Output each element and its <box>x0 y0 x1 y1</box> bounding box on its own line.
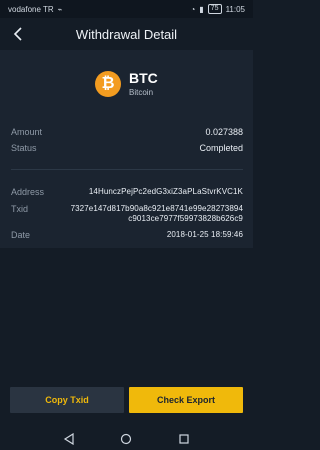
nav-home-icon[interactable] <box>120 433 132 445</box>
status-value: Completed <box>199 143 243 153</box>
txid-label: Txid <box>11 204 29 214</box>
withdrawal-detail-card: ₿ BTC Bitcoin Amount 0.027388 Status Com… <box>0 50 253 248</box>
txid-value: 7327e147d817b90a8c921e8741e99e28273894 c… <box>71 204 243 224</box>
carrier-label: vodafone TR <box>8 4 54 14</box>
date-label: Date <box>11 230 31 240</box>
page-title: Withdrawal Detail <box>75 26 178 42</box>
amount-row: Amount 0.027388 <box>11 127 243 137</box>
clock-time: 11:05 <box>225 4 245 14</box>
status-row: Status Completed <box>11 143 243 153</box>
txid-line-2: c9013ce7977f59973828b626c9 <box>128 214 243 223</box>
amount-label: Amount <box>11 127 43 137</box>
address-value: 14HunczPejPc2edG3xiZ3aPLaStvrKVC1K <box>88 187 243 196</box>
date-value: 2018-01-25 18:59:46 <box>166 230 243 239</box>
system-nav-bar <box>0 427 253 450</box>
nav-recents-icon[interactable] <box>178 433 190 445</box>
battery-icon: 75 <box>207 4 222 14</box>
wifi-icon: ◔ <box>190 4 196 14</box>
nav-back-icon[interactable] <box>63 432 75 445</box>
address-label: Address <box>11 187 45 197</box>
coin-header: ₿ BTC Bitcoin <box>95 70 158 98</box>
usb-icon: ⌁ <box>57 4 63 14</box>
coin-symbol: BTC <box>129 70 158 86</box>
bitcoin-logo-icon: ₿ <box>95 71 121 97</box>
amount-value: 0.027388 <box>205 127 243 137</box>
status-label: Status <box>11 143 37 153</box>
coin-name: Bitcoin <box>129 88 154 97</box>
check-export-button[interactable]: Check Export <box>129 387 243 413</box>
copy-txid-button[interactable]: Copy Txid <box>10 387 124 413</box>
signal-icon: ▮ <box>199 4 204 14</box>
app-header: Withdrawal Detail <box>0 18 253 50</box>
back-button[interactable] <box>8 24 28 44</box>
date-row: Date 2018-01-25 18:59:46 <box>11 230 243 240</box>
address-row: Address 14HunczPejPc2edG3xiZ3aPLaStvrKVC… <box>11 187 243 197</box>
chevron-left-icon <box>13 27 22 41</box>
divider <box>11 169 243 170</box>
status-bar: vodafone TR ⌁ ◔ ▮ 75 11:05 <box>0 0 253 18</box>
action-bar: Copy Txid Check Export <box>0 387 253 427</box>
txid-row: Txid 7327e147d817b90a8c921e8741e99e28273… <box>11 204 243 224</box>
txid-line-1: 7327e147d817b90a8c921e8741e99e28273894 <box>70 204 243 213</box>
